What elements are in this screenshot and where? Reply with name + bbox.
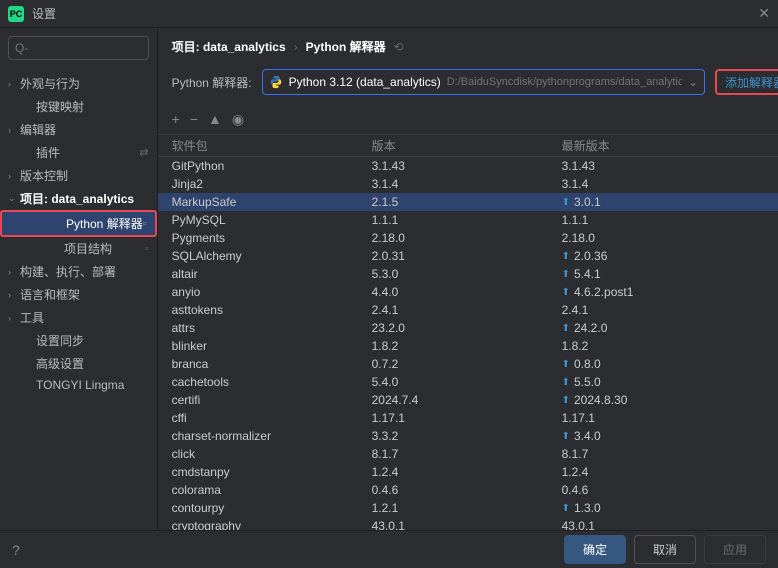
table-row[interactable]: branca0.7.2⬆0.8.0 [158, 355, 778, 373]
titlebar: PC 设置 ✕ [0, 0, 778, 28]
breadcrumb-root: 项目: data_analytics [172, 38, 286, 55]
package-table: 软件包 版本 最新版本 GitPython3.1.433.1.43Jinja23… [158, 135, 778, 530]
window-title: 设置 [32, 5, 56, 22]
sidebar-item[interactable]: Python 解释器▫ [0, 210, 157, 237]
table-row[interactable]: Pygments2.18.02.18.0 [158, 229, 778, 247]
table-row[interactable]: certifi2024.7.4⬆2024.8.30 [158, 391, 778, 409]
table-row[interactable]: colorama0.4.60.4.6 [158, 481, 778, 499]
table-row[interactable]: charset-normalizer3.3.2⬆3.4.0 [158, 427, 778, 445]
add-interpreter-button[interactable]: 添加解释器 ⌄ [715, 69, 778, 95]
footer: ? 确定 取消 应用 [0, 530, 778, 568]
table-row[interactable]: MarkupSafe2.1.5⬆3.0.1 [158, 193, 778, 211]
content: 项目: data_analytics › Python 解释器 ⟲ ← → Py… [158, 28, 778, 530]
upgrade-package-button[interactable]: ▲ [208, 111, 222, 128]
table-row[interactable]: Jinja23.1.43.1.4 [158, 175, 778, 193]
sidebar-item[interactable]: ›外观与行为 [0, 72, 157, 95]
interpreter-name: Python 3.12 (data_analytics) [289, 75, 441, 89]
interpreter-row: Python 解释器: Python 3.12 (data_analytics)… [158, 59, 778, 105]
remove-package-button[interactable]: − [190, 111, 198, 128]
table-row[interactable]: cffi1.17.11.17.1 [158, 409, 778, 427]
sidebar: ›外观与行为按键映射›编辑器插件⇄›版本控制⌄项目: data_analytic… [0, 28, 158, 530]
table-row[interactable]: GitPython3.1.433.1.43 [158, 157, 778, 175]
close-icon[interactable]: ✕ [758, 5, 770, 22]
table-row[interactable]: cmdstanpy1.2.41.2.4 [158, 463, 778, 481]
breadcrumb-leaf: Python 解释器 [306, 38, 386, 55]
sidebar-item[interactable]: 插件⇄ [0, 141, 157, 164]
table-row[interactable]: asttokens2.4.12.4.1 [158, 301, 778, 319]
sidebar-item[interactable]: 按键映射 [0, 95, 157, 118]
chevron-down-icon: ⌄ [688, 75, 698, 89]
table-row[interactable]: blinker1.8.21.8.2 [158, 337, 778, 355]
header-version: 版本 [372, 137, 562, 154]
table-header: 软件包 版本 最新版本 [158, 135, 778, 157]
app-logo: PC [8, 6, 24, 22]
sidebar-item[interactable]: 高级设置 [0, 352, 157, 375]
show-early-button[interactable]: ◉ [232, 111, 244, 128]
breadcrumb: 项目: data_analytics › Python 解释器 ⟲ ← → [158, 28, 778, 59]
sidebar-item[interactable]: ›构建、执行、部署 [0, 260, 157, 283]
interpreter-select[interactable]: Python 3.12 (data_analytics) D:/BaiduSyn… [262, 69, 705, 95]
sidebar-item[interactable]: 项目结构▫ [0, 237, 157, 260]
table-row[interactable]: cachetools5.4.0⬆5.5.0 [158, 373, 778, 391]
sidebar-item[interactable]: TONGYI Lingma [0, 375, 157, 395]
interpreter-path: D:/BaiduSyncdisk/pythonprograms/data_ana… [447, 76, 682, 88]
table-row[interactable]: contourpy1.2.1⬆1.3.0 [158, 499, 778, 517]
sidebar-item[interactable]: ›工具 [0, 306, 157, 329]
settings-tree: ›外观与行为按键映射›编辑器插件⇄›版本控制⌄项目: data_analytic… [0, 68, 157, 530]
table-row[interactable]: cryptography43.0.143.0.1 [158, 517, 778, 530]
python-icon [269, 75, 283, 89]
interpreter-label: Python 解释器: [172, 74, 252, 91]
ok-button[interactable]: 确定 [564, 535, 626, 564]
table-row[interactable]: anyio4.4.0⬆4.6.2.post1 [158, 283, 778, 301]
sidebar-item[interactable]: ›版本控制 [0, 164, 157, 187]
breadcrumb-sep: › [294, 40, 298, 54]
sidebar-item[interactable]: ›语言和框架 [0, 283, 157, 306]
help-icon[interactable]: ? [12, 542, 20, 558]
reset-icon[interactable]: ⟲ [394, 40, 404, 54]
cancel-button[interactable]: 取消 [634, 535, 696, 564]
sidebar-item[interactable]: 设置同步 [0, 329, 157, 352]
add-package-button[interactable]: + [172, 111, 180, 128]
table-row[interactable]: attrs23.2.0⬆24.2.0 [158, 319, 778, 337]
search-field[interactable] [15, 41, 142, 55]
package-toolbar: + − ▲ ◉ [158, 105, 778, 135]
table-row[interactable]: click8.1.78.1.7 [158, 445, 778, 463]
table-row[interactable]: SQLAlchemy2.0.31⬆2.0.36 [158, 247, 778, 265]
sidebar-item[interactable]: ⌄项目: data_analytics [0, 187, 157, 210]
apply-button[interactable]: 应用 [704, 535, 766, 564]
table-row[interactable]: altair5.3.0⬆5.4.1 [158, 265, 778, 283]
search-input[interactable] [8, 36, 149, 60]
header-name: 软件包 [172, 137, 372, 154]
header-latest: 最新版本 [562, 137, 778, 154]
sidebar-item[interactable]: ›编辑器 [0, 118, 157, 141]
table-row[interactable]: PyMySQL1.1.11.1.1 [158, 211, 778, 229]
